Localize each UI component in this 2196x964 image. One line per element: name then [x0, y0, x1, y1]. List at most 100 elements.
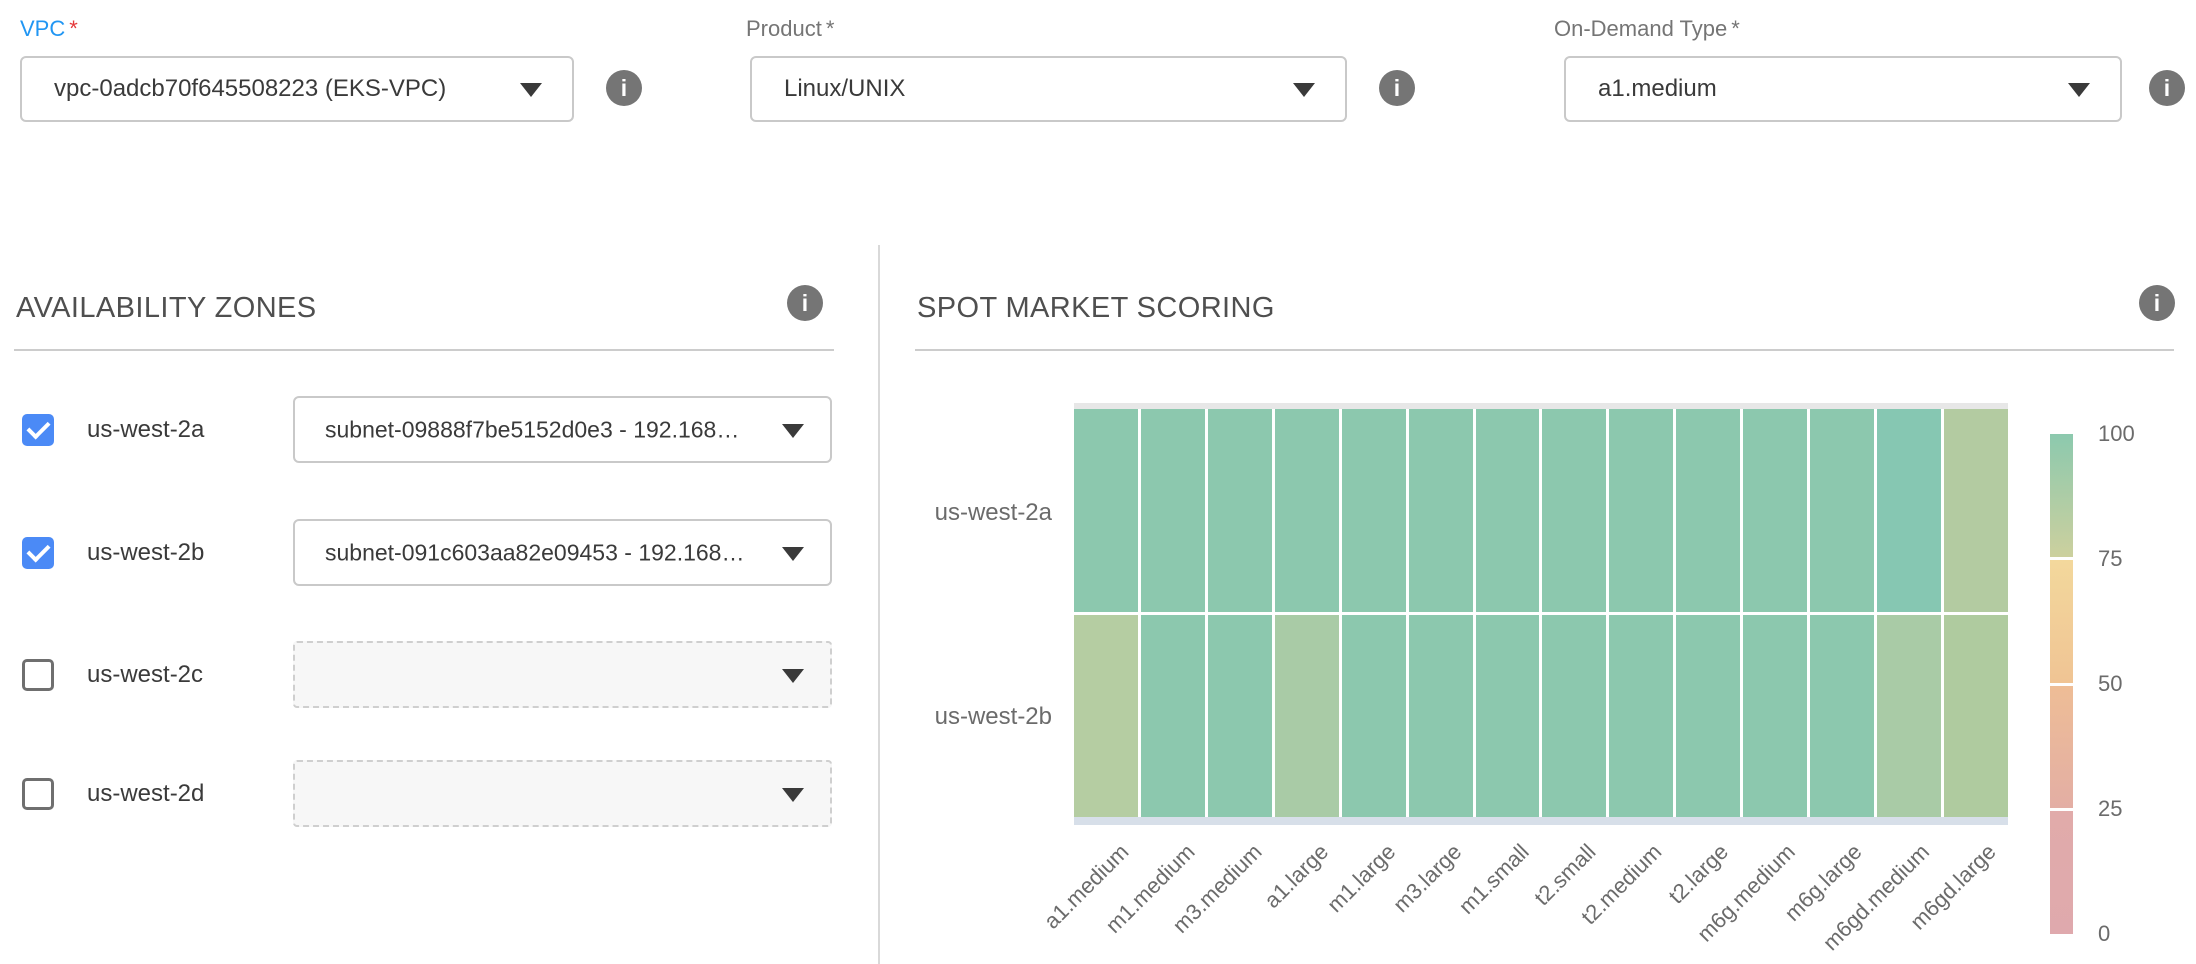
chevron-down-icon: [2068, 83, 2090, 97]
heatmap-cell-us-west-2b-a1.large: [1275, 615, 1339, 818]
subnet-select[interactable]: [293, 760, 832, 827]
availability-zones-title: AVAILABILITY ZONES: [16, 292, 317, 325]
heatmap-cell-us-west-2b-t2.small: [1542, 615, 1606, 818]
spot-market-scoring-info-icon[interactable]: i: [2139, 285, 2175, 321]
az-checkbox[interactable]: [22, 659, 54, 691]
colorbar-tick-100: 100: [2098, 421, 2135, 447]
az-zone-label: us-west-2a: [87, 416, 204, 444]
heatmap-row-label-us-west-2a: us-west-2a: [860, 499, 1052, 527]
vpc-select[interactable]: vpc-0adcb70f645508223 (EKS-VPC): [20, 56, 574, 122]
product-field: Product* Linux/UNIX i: [746, 14, 1426, 44]
subnet-select[interactable]: [293, 641, 832, 708]
subnet-select-value: subnet-09888f7be5152d0e3 - 192.168…: [325, 416, 739, 443]
az-zone-label: us-west-2b: [87, 539, 204, 567]
az-row-us-west-2a: us-west-2a subnet-09888f7be5152d0e3 - 19…: [0, 396, 860, 463]
colorbar-segment-50-25: [2050, 686, 2073, 809]
chevron-down-icon: [1293, 83, 1315, 97]
product-select-value: Linux/UNIX: [784, 75, 905, 103]
az-zone-label: us-west-2c: [87, 661, 203, 689]
colorbar-tick-50: 50: [2098, 671, 2122, 697]
heatmap-cell-us-west-2a-m6gd.large: [1944, 409, 2008, 612]
heatmap-col-label-m3.large: m3.large: [1388, 839, 1467, 918]
heatmap-row-label-us-west-2b: us-west-2b: [860, 703, 1052, 731]
panel-divider: [878, 245, 880, 964]
az-checkbox[interactable]: [22, 537, 54, 569]
on-demand-type-select-value: a1.medium: [1598, 75, 1717, 103]
required-asterisk: *: [1731, 16, 1740, 41]
chevron-down-icon: [782, 669, 804, 683]
chevron-down-icon: [520, 83, 542, 97]
heatmap-cell-us-west-2b-a1.medium: [1074, 615, 1138, 818]
heatmap-cell-us-west-2b-m1.large: [1342, 615, 1406, 818]
subnet-select[interactable]: subnet-09888f7be5152d0e3 - 192.168…: [293, 396, 832, 463]
required-asterisk: *: [69, 16, 78, 41]
az-row-us-west-2c: us-west-2c: [0, 641, 860, 708]
spot-configuration-page: VPC* vpc-0adcb70f645508223 (EKS-VPC) i P…: [0, 0, 2196, 964]
heatmap-x-axis-labels: a1.mediumm1.mediumm3.mediuma1.largem1.la…: [1074, 829, 2008, 964]
section-divider: [915, 349, 2174, 351]
heatmap-cell-us-west-2b-m6gd.medium: [1877, 615, 1941, 818]
section-divider: [14, 349, 834, 351]
heatmap-cell-us-west-2b-m1.medium: [1141, 615, 1205, 818]
vpc-info-icon[interactable]: i: [606, 70, 642, 106]
subnet-select-value: subnet-091c603aa82e09453 - 192.168…: [325, 539, 744, 566]
heatmap-cell-us-west-2a-m1.small: [1476, 409, 1540, 612]
az-row-us-west-2d: us-west-2d: [0, 760, 860, 827]
colorbar-tick-75: 75: [2098, 546, 2122, 572]
heatmap-cell-us-west-2a-m1.large: [1342, 409, 1406, 612]
heatmap-cell-us-west-2b-t2.medium: [1609, 615, 1673, 818]
heatmap-cell-us-west-2b-m3.large: [1409, 615, 1473, 818]
az-checkbox[interactable]: [22, 414, 54, 446]
chevron-down-icon: [782, 424, 804, 438]
heatmap-cell-us-west-2b-m3.medium: [1208, 615, 1272, 818]
heatmap-cell-us-west-2b-m6g.medium: [1743, 615, 1807, 818]
heatmap-colorbar: [2050, 434, 2073, 934]
heatmap-cell-us-west-2b-t2.large: [1676, 615, 1740, 818]
on-demand-type-label-text: On-Demand Type: [1554, 16, 1727, 41]
checkmark-icon: [26, 415, 50, 439]
product-info-icon[interactable]: i: [1379, 70, 1415, 106]
heatmap-cell-us-west-2a-m6g.medium: [1743, 409, 1807, 612]
heatmap-cell-us-west-2a-m1.medium: [1141, 409, 1205, 612]
heatmap-col-label-m1.large: m1.large: [1322, 839, 1401, 918]
heatmap-cell-us-west-2a-a1.large: [1275, 409, 1339, 612]
heatmap-cell-us-west-2b-m6g.large: [1810, 615, 1874, 818]
product-label-text: Product: [746, 16, 822, 41]
heatmap-axis-line: [1074, 817, 2008, 825]
product-label: Product*: [746, 14, 1426, 44]
required-asterisk: *: [826, 16, 835, 41]
chevron-down-icon: [782, 788, 804, 802]
vpc-field: VPC* vpc-0adcb70f645508223 (EKS-VPC) i: [20, 14, 680, 44]
colorbar-tick-0: 0: [2098, 921, 2110, 947]
heatmap-cell-us-west-2b-m1.small: [1476, 615, 1540, 818]
heatmap-cell-us-west-2a-t2.medium: [1609, 409, 1673, 612]
colorbar-tick-25: 25: [2098, 796, 2122, 822]
heatmap-col-label-m1.small: m1.small: [1453, 839, 1534, 920]
on-demand-type-label: On-Demand Type*: [1554, 14, 2196, 44]
vpc-label-text: VPC: [20, 16, 65, 41]
vpc-select-value: vpc-0adcb70f645508223 (EKS-VPC): [54, 75, 446, 103]
product-select[interactable]: Linux/UNIX: [750, 56, 1347, 122]
spot-market-scoring-title: SPOT MARKET SCORING: [917, 292, 1275, 325]
az-row-us-west-2b: us-west-2b subnet-091c603aa82e09453 - 19…: [0, 519, 860, 586]
heatmap-cell-us-west-2a-t2.small: [1542, 409, 1606, 612]
on-demand-type-select[interactable]: a1.medium: [1564, 56, 2122, 122]
colorbar-segment-75-50: [2050, 560, 2073, 683]
heatmap-cell-us-west-2b-m6gd.large: [1944, 615, 2008, 818]
on-demand-type-field: On-Demand Type* a1.medium i: [1554, 14, 2196, 44]
availability-zones-info-icon[interactable]: i: [787, 285, 823, 321]
colorbar-segment-100-75: [2050, 434, 2073, 557]
subnet-select[interactable]: subnet-091c603aa82e09453 - 192.168…: [293, 519, 832, 586]
heatmap-cell-us-west-2a-a1.medium: [1074, 409, 1138, 612]
on-demand-type-info-icon[interactable]: i: [2149, 70, 2185, 106]
checkmark-icon: [26, 538, 50, 562]
heatmap-cell-us-west-2a-m6gd.medium: [1877, 409, 1941, 612]
heatmap-cell-us-west-2a-m3.medium: [1208, 409, 1272, 612]
chevron-down-icon: [782, 547, 804, 561]
heatmap-cell-us-west-2a-m6g.large: [1810, 409, 1874, 612]
colorbar-segment-25-0: [2050, 811, 2073, 934]
heatmap-cell-us-west-2a-t2.large: [1676, 409, 1740, 612]
vpc-label: VPC*: [20, 14, 680, 44]
az-checkbox[interactable]: [22, 778, 54, 810]
heatmap-cell-us-west-2a-m3.large: [1409, 409, 1473, 612]
